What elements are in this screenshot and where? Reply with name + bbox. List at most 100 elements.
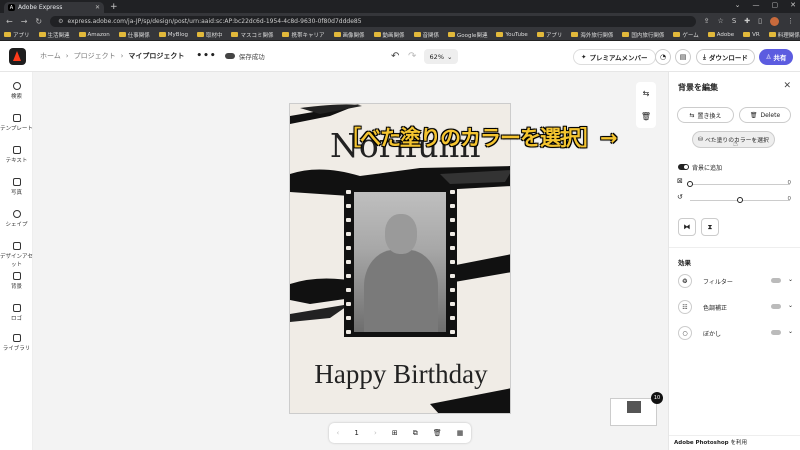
sidebar-item[interactable]: ライブラリ	[0, 334, 33, 352]
zoom-select[interactable]: 62% ⌄	[424, 49, 458, 64]
sidebar-item[interactable]: ロゴ	[0, 304, 33, 322]
forward-icon[interactable]: →	[21, 17, 28, 26]
site-info-icon[interactable]: ⚙	[58, 18, 63, 25]
birthday-text[interactable]: Happy Birthday	[290, 359, 510, 390]
crumb-home[interactable]: ホーム	[40, 51, 61, 61]
bookmark-item[interactable]: Google関連	[448, 31, 487, 39]
print-button[interactable]: ▤	[675, 49, 691, 65]
bookmark-item[interactable]: アプリ	[536, 31, 562, 39]
trash-icon[interactable]: 🗑	[641, 112, 651, 121]
bookmark-item[interactable]: VR	[743, 32, 760, 38]
sidebar-item[interactable]: 写真	[0, 178, 33, 196]
chevron-down-icon[interactable]: ⌄	[788, 328, 793, 335]
sidebar-item[interactable]: テキスト	[0, 146, 33, 164]
grid-view-icon[interactable]: ▦	[457, 429, 464, 437]
reload-icon[interactable]: ↻	[35, 17, 42, 26]
bookmark-item[interactable]: 画像関係	[333, 31, 365, 39]
browser-tab[interactable]: A Adobe Express ✕	[4, 2, 104, 13]
photo-icon	[12, 178, 21, 186]
bookmark-item[interactable]: Amazon	[78, 32, 110, 38]
close-window-icon[interactable]: ✕	[790, 1, 796, 9]
bookmark-item[interactable]: 携帯キャリア	[282, 31, 325, 39]
sparkle-icon: ✦	[581, 53, 587, 61]
bookmark-label: 携帯キャリア	[291, 32, 325, 39]
sidebar-item[interactable]: 背景	[0, 272, 33, 290]
download-icon: ⤓	[703, 52, 706, 61]
effect-adjust-row[interactable]: ☷ 色調補正 ⌄	[678, 299, 793, 315]
undo-button[interactable]: ↶	[391, 51, 399, 62]
sidebar-item[interactable]: 検索	[0, 82, 33, 100]
bookmark-item[interactable]: 取材中	[196, 31, 222, 39]
sidepanel-icon[interactable]: ▯	[758, 17, 762, 25]
extensions-icon[interactable]: ✚	[744, 17, 750, 25]
minimize-icon[interactable]: —	[753, 1, 760, 9]
premium-member-button[interactable]: ✦ プレミアムメンバー	[573, 49, 656, 65]
maximize-icon[interactable]: ▢	[772, 1, 779, 9]
replace-arrows-icon[interactable]: ⇆	[643, 89, 650, 98]
close-tab-icon[interactable]: ✕	[95, 4, 100, 11]
share-page-icon[interactable]: ⇪	[704, 17, 710, 25]
folder-icon	[448, 32, 456, 37]
chevron-down-icon[interactable]: ⌄	[735, 1, 741, 9]
sidebar-item[interactable]: シェイプ	[0, 210, 33, 228]
adobe-express-logo[interactable]	[9, 47, 26, 65]
next-page-icon[interactable]: ›	[374, 429, 377, 437]
tips-button[interactable]: ◔	[655, 49, 671, 65]
bookmark-item[interactable]: 動画関係	[373, 31, 405, 39]
portrait-photo[interactable]	[354, 192, 446, 332]
close-icon[interactable]: ✕	[783, 81, 791, 91]
bookmark-item[interactable]: 音関係	[413, 31, 439, 39]
bookmark-item[interactable]: マスコミ関係	[231, 31, 273, 39]
url-field[interactable]: ⚙ express.adobe.com/ja-JP/sp/design/post…	[50, 15, 696, 27]
extension-s-icon[interactable]: S	[732, 17, 736, 25]
prev-page-icon[interactable]: ‹	[337, 429, 340, 437]
share-button[interactable]: ♙ 共有	[759, 49, 793, 65]
duplicate-page-icon[interactable]: ⧉	[413, 429, 418, 438]
chevron-down-icon[interactable]: ⌄	[788, 276, 793, 283]
pages-thumbnail[interactable]: 10	[610, 392, 663, 426]
flip-vertical-button[interactable]: ⧗	[701, 218, 719, 236]
flip-horizontal-button[interactable]: ⧓	[678, 218, 696, 236]
bookmark-item[interactable]: 国内旅行関係	[622, 31, 664, 39]
sidebar-item-label: 検索	[10, 94, 22, 100]
add-page-icon[interactable]: ⊞	[392, 429, 398, 437]
opacity-slider-knob[interactable]	[687, 181, 693, 187]
opacity-slider[interactable]	[690, 184, 790, 185]
add-to-background-toggle[interactable]	[678, 164, 689, 170]
rotate-slider-knob[interactable]	[737, 197, 743, 203]
bookmark-item[interactable]: 海外旅行関係	[571, 31, 613, 39]
browser-menu-icon[interactable]: ⋮	[787, 17, 794, 25]
crumb-current[interactable]: マイプロジェクト	[128, 51, 184, 61]
new-tab-icon[interactable]: +	[110, 2, 118, 12]
crumb-project[interactable]: プロジェクト	[74, 51, 116, 61]
bookmark-item[interactable]: YouTube	[496, 32, 528, 38]
bookmark-item[interactable]: 料理関係	[768, 31, 800, 39]
chevron-down-icon[interactable]: ⌄	[788, 302, 793, 309]
bookmark-item[interactable]: 生活関連	[38, 31, 70, 39]
bookmark-item[interactable]: アプリ	[4, 31, 30, 39]
delete-label: Delete	[760, 111, 781, 119]
sidebar-item[interactable]: デザインアセット	[0, 242, 33, 268]
bookmark-item[interactable]: 仕事関係	[118, 31, 150, 39]
download-label: ダウンロード	[708, 54, 748, 62]
more-options-button[interactable]: •••	[196, 51, 216, 61]
adjust-toggle[interactable]	[771, 304, 781, 309]
sidebar-item[interactable]: テンプレート	[0, 114, 33, 132]
bookmark-item[interactable]: ゲーム	[673, 31, 699, 39]
back-icon[interactable]: ←	[6, 17, 13, 26]
bookmark-item[interactable]: Adobe	[707, 32, 734, 38]
download-button[interactable]: ⤓ ダウンロード	[696, 49, 755, 65]
browser-tab-strip: A Adobe Express ✕ + ⌄ — ▢ ✕	[0, 0, 800, 13]
effect-filter-row[interactable]: ❂ フィルター ⌄	[678, 273, 793, 289]
blur-toggle[interactable]	[771, 330, 781, 335]
redo-button[interactable]: ↷	[408, 51, 416, 62]
thumbnail-preview	[627, 401, 641, 413]
bookmark-star-icon[interactable]: ☆	[718, 17, 724, 25]
bookmark-item[interactable]: MyBlog	[158, 32, 188, 38]
filter-toggle[interactable]	[771, 278, 781, 283]
delete-page-icon[interactable]: 🗑	[433, 429, 442, 437]
effect-blur-row[interactable]: ○ ぼかし ⌄	[678, 325, 793, 341]
replace-button[interactable]: ⇆ 置き換え	[677, 107, 734, 123]
profile-avatar[interactable]	[770, 16, 779, 26]
delete-button[interactable]: 🗑 Delete	[739, 107, 791, 123]
